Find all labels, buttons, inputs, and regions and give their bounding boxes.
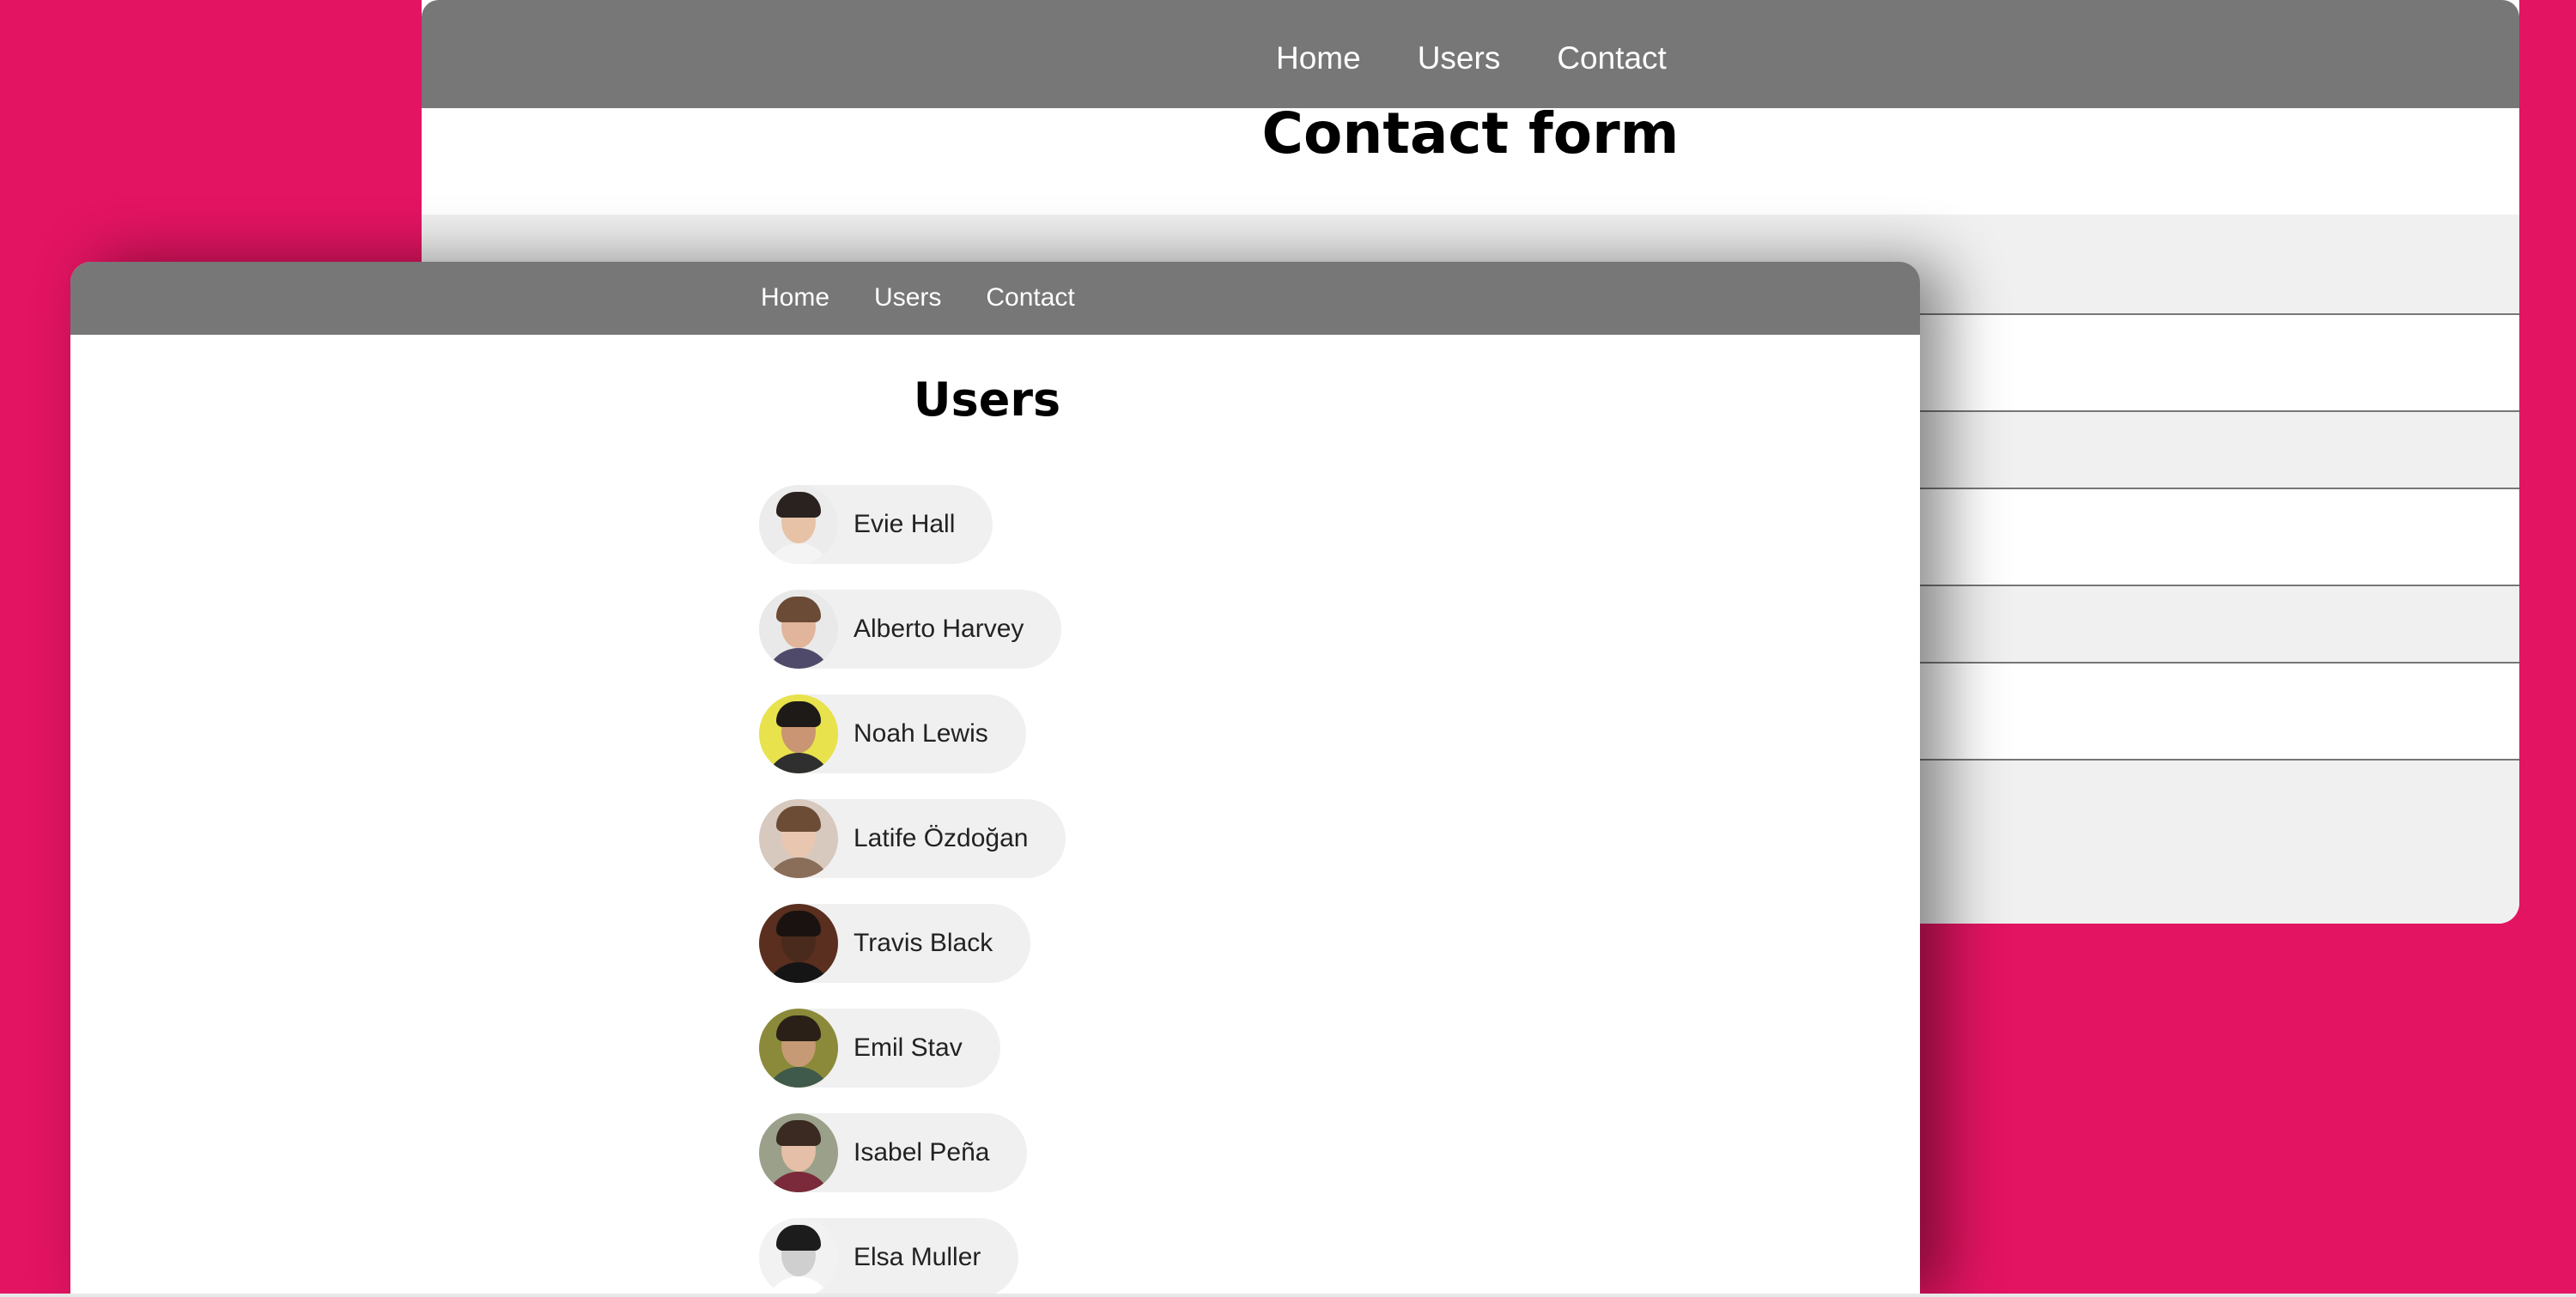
user-avatar — [759, 590, 838, 669]
user-avatar — [759, 904, 838, 983]
user-chip[interactable]: Alberto Harvey — [759, 590, 1062, 669]
contact-nav-contact[interactable]: Contact — [1557, 40, 1667, 76]
user-avatar — [759, 1218, 838, 1297]
user-avatar — [759, 1113, 838, 1192]
contact-navbar: Home Users Contact — [422, 0, 2519, 108]
users-page-title: Users — [913, 373, 1061, 427]
user-avatar — [759, 694, 838, 773]
bottom-edge — [0, 1294, 2576, 1297]
user-chip[interactable]: Isabel Peña — [759, 1113, 1028, 1192]
user-avatar — [759, 485, 838, 564]
contact-page-title: Contact form — [1261, 100, 1680, 167]
users-navbar: Home Users Contact — [70, 262, 1920, 335]
contact-nav-links: Home Users Contact — [1276, 40, 1667, 76]
user-avatar — [759, 1009, 838, 1088]
contact-nav-home[interactable]: Home — [1276, 40, 1361, 76]
user-chip[interactable]: Evie Hall — [759, 485, 993, 564]
user-name: Emil Stav — [854, 1033, 963, 1062]
user-chip[interactable]: Elsa Muller — [759, 1218, 1019, 1297]
users-nav-links: Home Users Contact — [761, 281, 1075, 315]
user-chip[interactable]: Latife Özdoğan — [759, 799, 1066, 878]
users-nav-users[interactable]: Users — [874, 281, 941, 315]
contact-nav-users[interactable]: Users — [1418, 40, 1501, 76]
user-name: Noah Lewis — [854, 719, 988, 748]
users-window: Home Users Contact Users 1. Evie Hall 2.… — [70, 262, 1920, 1297]
user-chip[interactable]: Travis Black — [759, 904, 1031, 983]
user-name: Evie Hall — [854, 510, 956, 538]
user-name: Travis Black — [854, 929, 993, 957]
user-chip[interactable]: Noah Lewis — [759, 694, 1026, 773]
user-name: Isabel Peña — [854, 1138, 990, 1167]
users-nav-home[interactable]: Home — [761, 281, 829, 315]
user-name: Alberto Harvey — [854, 615, 1024, 643]
user-name: Elsa Muller — [854, 1243, 981, 1271]
users-nav-contact[interactable]: Contact — [986, 281, 1074, 315]
user-name: Latife Özdoğan — [854, 824, 1029, 852]
user-avatar — [759, 799, 838, 878]
user-chip[interactable]: Emil Stav — [759, 1009, 1000, 1088]
